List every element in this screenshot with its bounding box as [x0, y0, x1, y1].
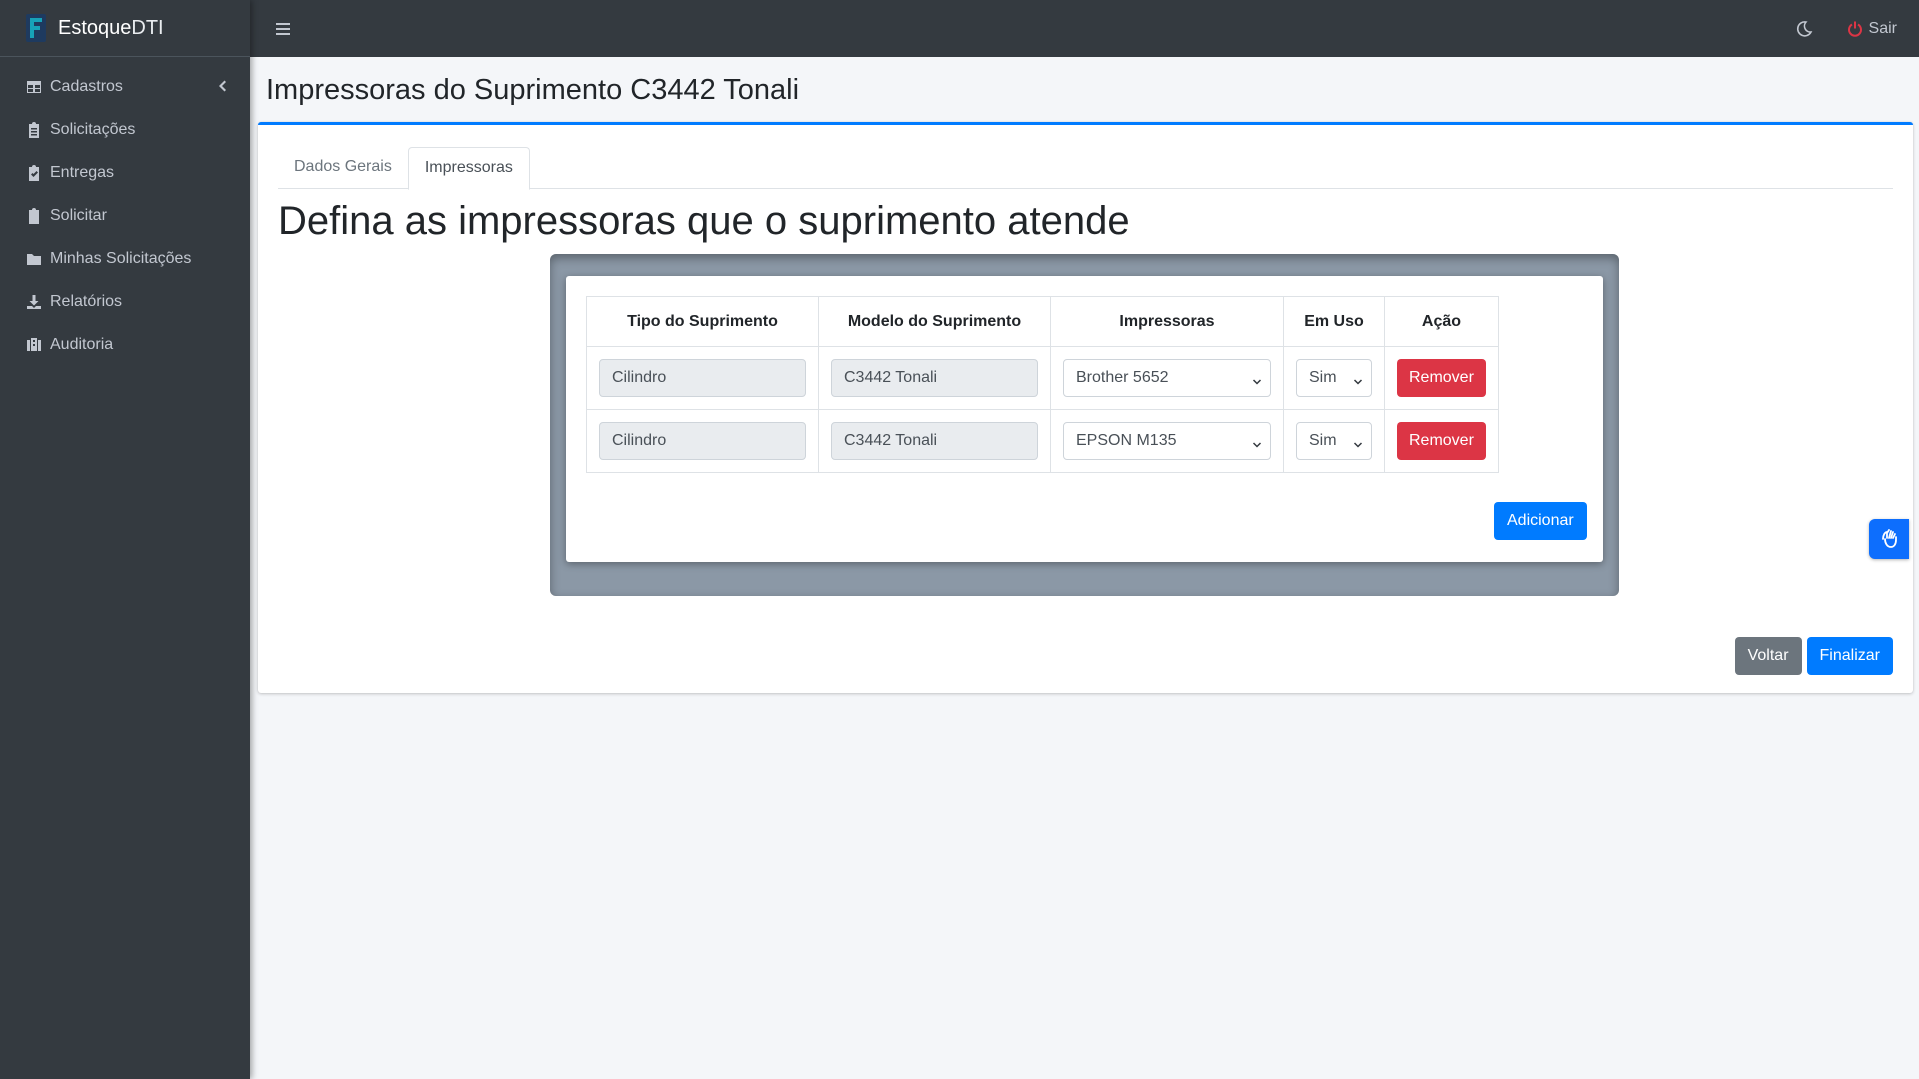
sidebar-item-cadastros[interactable]: Cadastros	[0, 65, 250, 108]
sidebar-item-label: Solicitações	[50, 120, 136, 138]
logout-button[interactable]: Sair	[1847, 20, 1897, 38]
header-tipo: Tipo do Suprimento	[586, 296, 819, 347]
impressora-value: Brother 5652	[1076, 369, 1169, 386]
em-uso-select[interactable]: Sim	[1296, 359, 1372, 397]
sidebar-item-label: Entregas	[50, 163, 115, 181]
sidebar-item-label: Auditoria	[50, 335, 114, 353]
chevron-down-icon	[1252, 437, 1262, 448]
remove-button[interactable]: Remover	[1397, 422, 1486, 460]
power-icon	[1847, 21, 1862, 37]
sidebar-item-auditoria[interactable]: Auditoria	[0, 323, 250, 366]
modelo-field: C3442 Tonali	[831, 359, 1038, 397]
table-row: Cilindro C3442 Tonali EPSON M135 Sim Rem…	[586, 409, 1499, 473]
sidebar: EstoqueDTI Cadastros Solicitações Entreg…	[0, 0, 250, 1079]
header-modelo: Modelo do Suprimento	[818, 296, 1051, 347]
building-icon	[26, 337, 42, 353]
header-acao: Ação	[1384, 296, 1499, 347]
impressora-select[interactable]: EPSON M135	[1063, 422, 1271, 460]
brand-logo-icon	[24, 12, 48, 44]
modelo-field: C3442 Tonali	[831, 422, 1038, 460]
chevron-down-icon	[1252, 374, 1262, 385]
sidebar-item-label: Minhas Solicitações	[50, 249, 192, 267]
back-button[interactable]: Voltar	[1734, 637, 1802, 675]
download-icon	[26, 294, 42, 310]
tab-impressoras[interactable]: Impressoras	[407, 147, 530, 190]
sidebar-item-solicitacoes[interactable]: Solicitações	[0, 108, 250, 151]
brand[interactable]: EstoqueDTI	[0, 0, 250, 57]
logout-label: Sair	[1868, 19, 1897, 37]
sidebar-item-minhas-solicitacoes[interactable]: Minhas Solicitações	[0, 237, 250, 280]
section-title: Defina as impressoras que o suprimento a…	[278, 199, 1130, 243]
sign-language-icon	[1882, 529, 1897, 548]
chevron-down-icon	[1353, 374, 1363, 385]
printers-table: Tipo do Suprimento Modelo do Suprimento …	[586, 296, 1499, 473]
dark-mode-toggle-icon[interactable]	[1795, 20, 1813, 38]
clipboard-check-icon	[26, 164, 42, 181]
tab-dados-gerais[interactable]: Dados Gerais	[278, 147, 408, 189]
printers-frame: Tipo do Suprimento Modelo do Suprimento …	[550, 254, 1619, 596]
main-card: Dados Gerais Impressoras Defina as impre…	[258, 122, 1913, 693]
sidebar-item-relatorios[interactable]: Relatórios	[0, 280, 250, 323]
table-row: Cilindro C3442 Tonali Brother 5652 Sim R…	[586, 346, 1499, 410]
clipboard-list-icon	[26, 121, 42, 138]
page-title: Impressoras do Suprimento C3442 Tonali	[266, 74, 800, 106]
table-icon	[26, 79, 42, 95]
menu-toggle-icon[interactable]	[274, 21, 292, 37]
em-uso-value: Sim	[1309, 432, 1337, 449]
top-navbar: Sair	[250, 0, 1919, 57]
impressora-value: EPSON M135	[1076, 432, 1177, 449]
tipo-field: Cilindro	[599, 422, 806, 460]
em-uso-value: Sim	[1309, 369, 1337, 386]
chevron-down-icon	[1353, 437, 1363, 448]
sidebar-nav: Cadastros Solicitações Entregas Solicita…	[0, 57, 250, 366]
finish-button[interactable]: Finalizar	[1806, 637, 1893, 675]
table-header-row: Tipo do Suprimento Modelo do Suprimento …	[586, 296, 1499, 347]
printers-panel: Tipo do Suprimento Modelo do Suprimento …	[566, 276, 1603, 562]
form-actions: Voltar Finalizar	[1734, 637, 1893, 675]
sidebar-item-label: Cadastros	[50, 77, 123, 95]
tipo-field: Cilindro	[599, 359, 806, 397]
impressora-select[interactable]: Brother 5652	[1063, 359, 1271, 397]
sidebar-item-label: Relatórios	[50, 292, 123, 310]
accessibility-button[interactable]	[1869, 519, 1909, 559]
sidebar-item-solicitar[interactable]: Solicitar	[0, 194, 250, 237]
tabs: Dados Gerais Impressoras	[278, 147, 1893, 190]
brand-name: EstoqueDTI	[58, 16, 164, 39]
sidebar-item-label: Solicitar	[50, 206, 107, 224]
em-uso-select[interactable]: Sim	[1296, 422, 1372, 460]
clipboard-icon	[26, 207, 42, 224]
sidebar-item-entregas[interactable]: Entregas	[0, 151, 250, 194]
header-em-uso: Em Uso	[1283, 296, 1385, 347]
folder-icon	[26, 251, 42, 267]
remove-button[interactable]: Remover	[1397, 359, 1486, 397]
add-printer-button[interactable]: Adicionar	[1494, 502, 1587, 540]
header-impressoras: Impressoras	[1050, 296, 1284, 347]
chevron-left-icon	[216, 79, 228, 93]
navbar-right: Sair	[1795, 20, 1919, 38]
